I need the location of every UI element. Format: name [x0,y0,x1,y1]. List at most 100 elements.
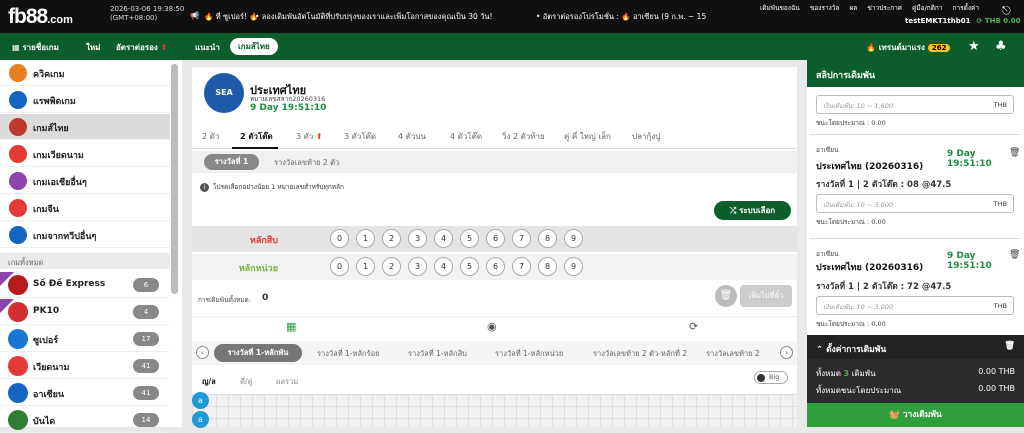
refresh-icon[interactable]: ⟳ [689,320,698,333]
digit-button[interactable]: 2 [382,229,401,248]
game-item[interactable]: PK10 4 [0,299,170,325]
digit-button[interactable]: 2 [382,257,401,276]
digit-button[interactable]: 4 [434,257,453,276]
trash-icon[interactable]: 🗑 [1004,341,1015,351]
tab-run-last-2[interactable]: วิ่ง 2 ตัวท้าย [502,130,545,143]
grid-icon[interactable]: ▦ [286,320,296,333]
clock: 2026-03-06 19:38:50 (GMT+08:00) [110,5,185,22]
nav-thai-games[interactable]: เกมส์ไทย [230,38,278,55]
basket-icon: 🧺 [889,410,900,420]
result-grid: a a [192,392,797,428]
digit-button[interactable]: 6 [486,229,505,248]
digit-button[interactable]: 8 [538,229,557,248]
tab-4digit-top[interactable]: 4 ตัวบน [398,130,426,143]
tab-2digit-tote[interactable]: 2 ตัวโต๊ด [240,130,273,143]
result-tab[interactable]: รางวัลที่ 1-หลักหน่วย [495,348,563,360]
digit-button[interactable]: 0 [330,257,349,276]
game-item[interactable]: เวียดนาม 41 [0,353,170,379]
digit-button[interactable]: 1 [356,257,375,276]
result-tab[interactable]: รางวัลที่ 1-หลักสิบ [408,348,467,360]
random-pick-button[interactable]: ⤮ ระบบเลือก [714,201,791,220]
prize-bar: รางวัลที่ 1 รางวัลเลขท้าย 2 ตัว [192,151,797,173]
nav-new[interactable]: ใหม่ [86,41,100,54]
digit-button[interactable]: 7 [512,257,531,276]
result-tab[interactable]: รางวัลที่ 1-หลักพัน [214,344,302,362]
add-to-ticket-button[interactable]: เพิ่มไปที่ตั๋ว [740,285,792,307]
sidebar-item-thai[interactable]: เกมส์ไทย [0,114,170,140]
sidebar-item-other[interactable]: เกมจากทวีปอื่นๆ [0,222,170,248]
star-icon[interactable]: ★ [968,39,980,54]
card-title: ประเทศไทย (20260316) [816,263,924,273]
tab-odd-even-big-small[interactable]: คู่ คี่ ใหญ่ เล็ก [564,130,611,143]
digit-button[interactable]: 9 [564,229,583,248]
sidebar-item-china[interactable]: เกมจีน [0,195,170,221]
link-my-bets[interactable]: เดิมพันของฉัน [760,4,800,12]
big-toggle[interactable]: Big [754,371,788,384]
countdown: 9 Day 19:51:10 [250,103,327,113]
place-bet-button[interactable]: 🧺 วางเดิมพัน [807,403,1024,427]
sidebar-item-asia[interactable]: เกมเอเชียอื่นๆ [0,168,170,194]
subtab-odd-even[interactable]: คี่/คู่ [240,376,253,388]
trending[interactable]: 🔥 เทรนด์มาแรง 262 [866,41,951,54]
tab-2digit[interactable]: 2 ตัว [202,130,219,143]
digit-button[interactable]: 8 [538,257,557,276]
sidebar-scrollbar[interactable] [171,64,178,294]
link-results[interactable]: ผล [850,4,858,12]
slip-card: อาเซียน 9 Day 19:51:10 🗑 ประเทศไทย (2026… [810,238,1021,334]
nav-recommended[interactable]: แนะนำ [195,41,220,54]
stake-input[interactable]: เงินเดิมพัน: 10 ~ 3,000 THB [816,296,1014,315]
trash-icon[interactable]: 🗑 [715,285,737,307]
link-rewards[interactable]: ของรางวัล [810,4,839,12]
prize-last-2[interactable]: รางวัลเลขท้าย 2 ตัว [274,157,339,169]
trash-icon[interactable]: 🗑 [1009,250,1020,260]
chevron-left-icon[interactable]: ‹ [196,346,209,359]
active-tab-indicator [232,147,278,149]
link-settings[interactable]: การตั้งค่า [953,4,979,12]
trash-icon[interactable]: 🗑 [1009,148,1020,158]
game-item[interactable]: Số Đề Express 6 [0,272,170,298]
result-tab[interactable]: รางวัลเลขท้าย 2 ตัว-หลักที่ 2 [593,348,687,360]
digit-button[interactable]: 3 [408,229,427,248]
chevron-right-icon[interactable]: › [780,346,793,359]
subtab-big-small[interactable]: ญ/ล [202,376,216,388]
result-tab[interactable]: รางวัลที่ 1-หลักร้อย [317,348,380,360]
link-news[interactable]: ข่าวประกาศ [867,4,902,12]
digit-button[interactable]: 4 [434,229,453,248]
digit-button[interactable]: 9 [564,257,583,276]
card-bet: รางวัลที่ 1 | 2 ตัวโต๊ด : 08 @47.5 [816,180,952,190]
stake-input[interactable]: เงินเดิมพัน: 10 ~ 1,600 THB [816,95,1014,114]
tab-3digit[interactable]: 3 ตัว ⬆ [296,130,323,143]
game-item[interactable]: อาเซียน 41 [0,380,170,406]
nav-game-list[interactable]: ▦ รายชื่อเกม [12,41,59,54]
sidebar-item-quick[interactable]: ควิคเกม [0,60,170,86]
game-logo-icon [8,329,28,349]
digit-button[interactable]: 5 [460,229,479,248]
digit-button[interactable]: 6 [486,257,505,276]
digit-button[interactable]: 1 [356,229,375,248]
game-item[interactable]: ซูเปอร์ 17 [0,326,170,352]
logout-icon[interactable]: ⎋ [1002,4,1011,18]
game-item[interactable]: บันได 14 [0,407,170,433]
sidebar-item-rapid[interactable]: แรพพิดเกม [0,87,170,113]
sidebar-item-vietnam[interactable]: เกมเวียดนาม [0,141,170,167]
prize-first[interactable]: รางวัลที่ 1 [204,154,259,170]
digit-button[interactable]: 0 [330,229,349,248]
megaphone-icon: 📢 [190,11,200,20]
fire-icon: 🔥 [866,43,876,52]
digit-button[interactable]: 3 [408,257,427,276]
tab-fish-shrimp-crab[interactable]: ปลากุ้งปู [632,130,660,143]
refresh-icon[interactable]: ⟳ [977,17,983,25]
link-rules[interactable]: คู่มือ/กติกา [912,4,942,12]
stake-input[interactable]: เงินเดิมพัน: 10 ~ 3,000 THB [816,194,1014,213]
digit-button[interactable]: 5 [460,257,479,276]
site-logo[interactable]: fb88.com [8,5,73,29]
ball-icon[interactable]: ◉ [487,320,497,333]
tab-4digit-tote[interactable]: 4 ตัวโต๊ด [450,130,482,143]
subtab-sum[interactable]: ผลรวม [276,376,298,388]
tab-3digit-tote[interactable]: 3 ตัวโต๊ด [344,130,376,143]
result-tab[interactable]: รางวัลเลขท้าย 2 [706,348,760,360]
tree-icon[interactable]: ♣ [995,39,1007,54]
bet-settings-header[interactable]: ⌃ ตั้งค่าการเดิมพัน 🗑 [807,335,1024,359]
nav-odds[interactable]: อัตราต่อรอง ⬆ [116,41,167,54]
digit-button[interactable]: 7 [512,229,531,248]
